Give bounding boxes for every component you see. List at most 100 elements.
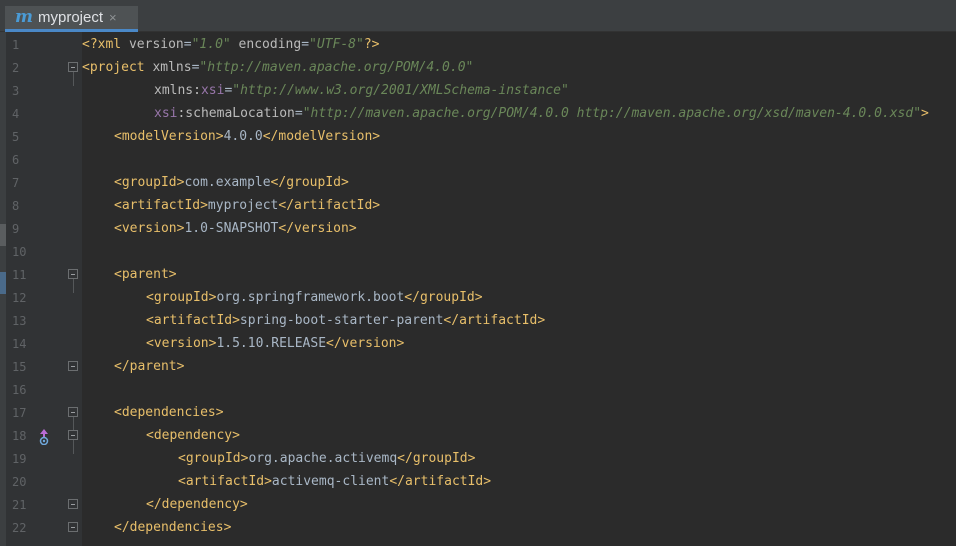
maven-dependency-icon[interactable] [38,429,50,445]
code-token-tag: <dependencies> [114,405,224,420]
line-number: 22 [12,521,27,535]
code-token-attr: xmlns [152,60,192,75]
code-line[interactable]: 21 </dependency> [0,494,956,517]
code-line[interactable]: 13 <artifactId>spring-boot-starter-parent… [0,310,956,333]
code-text: <artifactId>spring-boot-starter-parent</… [146,313,545,328]
code-token-attr: encoding [230,37,302,52]
line-number: 17 [12,406,27,420]
code-token-tag: </version> [326,336,405,351]
code-text: xmlns:xsi="http://www.w3.org/2001/XMLSch… [154,83,569,98]
line-number: 5 [12,130,20,144]
fold-collapse-icon[interactable] [68,269,78,293]
line-number: 10 [12,245,27,259]
code-token-txt: com.example [184,175,271,190]
code-token-tag: > [921,106,929,121]
fold-end-icon[interactable] [68,361,78,371]
code-text: <dependency> [146,428,240,443]
code-token-ns: xsi [154,106,178,121]
code-token-tag: </version> [278,221,357,236]
fold-collapse-icon[interactable] [68,430,78,454]
code-token-tag: <groupId> [178,451,249,466]
code-text: <artifactId>activemq-client</artifactId> [178,474,491,489]
code-text: <?xml version="1.0" encoding="UTF-8"?> [82,37,379,52]
code-line[interactable]: 19 <groupId>org.apache.activemq</groupId> [0,448,956,471]
code-line[interactable]: 7 <groupId>com.example</groupId> [0,172,956,195]
code-token-tag: <version> [146,336,217,351]
code-line[interactable]: 12 <groupId>org.springframework.boot</gro… [0,287,956,310]
code-line[interactable]: 22 </dependencies> [0,517,956,540]
code-line[interactable]: 11 <parent> [0,264,956,293]
editor-tab-bar: m myproject × [0,0,956,32]
code-token-tag: </modelVersion> [262,129,381,144]
fold-end-icon[interactable] [68,522,78,532]
line-number: 14 [12,337,27,351]
line-number: 21 [12,498,27,512]
code-token-str: "http://maven.apache.org/POM/4.0.0 http:… [302,106,922,121]
code-token-tag: <artifactId> [114,198,208,213]
line-number: 1 [12,38,20,52]
code-line[interactable]: 10 [0,241,956,264]
code-token-tag: <dependency> [146,428,240,443]
code-line[interactable]: 2 <project xmlns="http://maven.apache.org… [0,57,956,86]
code-line[interactable]: 1 <?xml version="1.0" encoding="UTF-8"?> [0,34,956,57]
code-token-tag: <modelVersion> [114,129,224,144]
code-line[interactable]: 15 </parent> [0,356,956,379]
code-text: <modelVersion>4.0.0</modelVersion> [114,129,380,144]
fold-end-icon[interactable] [68,499,78,509]
code-token-tag: <artifactId> [178,474,272,489]
code-token-tag: <?xml [82,37,129,52]
code-line[interactable]: 17 <dependencies> [0,402,956,431]
code-token-tag: </groupId> [397,451,476,466]
code-text: <project xmlns="http://maven.apache.org/… [82,60,473,75]
code-token-txt: org.springframework.boot [216,290,405,305]
line-number: 2 [12,61,20,75]
line-number: 4 [12,107,20,121]
code-token-tag: ?> [363,37,380,52]
line-number: 20 [12,475,27,489]
code-token-txt: 1.0-SNAPSHOT [184,221,279,236]
line-number: 3 [12,84,20,98]
line-number: 6 [12,153,20,167]
code-token-txt: activemq-client [271,474,390,489]
code-editor[interactable]: 1 <?xml version="1.0" encoding="UTF-8"?> 2… [0,32,956,546]
code-token-tag: </artifactId> [278,198,381,213]
code-line[interactable]: 16 [0,379,956,402]
code-text: <groupId>com.example</groupId> [114,175,349,190]
line-number: 11 [12,268,27,282]
tab-myproject[interactable]: m myproject × [5,6,138,32]
code-token-txt: = [183,37,192,52]
fold-collapse-icon[interactable] [68,62,78,86]
code-line[interactable]: 3 xmlns:xsi="http://www.w3.org/2001/XMLSc… [0,80,956,103]
code-token-tag: </dependencies> [114,520,232,535]
tab-title: myproject [38,9,104,26]
code-token-tag: <groupId> [146,290,217,305]
code-token-txt: 1.5.10.RELEASE [216,336,327,351]
code-line[interactable]: 6 [0,149,956,172]
code-line[interactable]: 4 xsi:schemaLocation="http://maven.apache… [0,103,956,126]
code-line[interactable]: 5 <modelVersion>4.0.0</modelVersion> [0,126,956,149]
line-number: 7 [12,176,20,190]
code-line[interactable]: 14 <version>1.5.10.RELEASE</version> [0,333,956,356]
code-token-attr: :schemaLocation [177,106,295,121]
code-line[interactable]: 20 <artifactId>activemq-client</artifactI… [0,471,956,494]
code-line[interactable]: 18 <dependency> [0,425,956,454]
code-token-tag: <groupId> [114,175,185,190]
code-token-txt: = [301,37,310,52]
code-token-tag: </groupId> [270,175,349,190]
maven-icon: m [15,7,33,27]
code-text: </dependency> [146,497,248,512]
code-line[interactable]: 8 <artifactId>myproject</artifactId> [0,195,956,218]
code-token-txt: spring-boot-starter-parent [239,313,444,328]
line-number: 12 [12,291,27,305]
code-text: <artifactId>myproject</artifactId> [114,198,380,213]
code-text: </parent> [114,359,184,374]
code-line[interactable]: 9 <version>1.0-SNAPSHOT</version> [0,218,956,241]
code-token-tag: </parent> [114,359,185,374]
close-icon[interactable]: × [109,10,117,25]
code-token-str: "http://maven.apache.org/POM/4.0.0" [199,60,474,75]
line-number: 16 [12,383,27,397]
fold-collapse-icon[interactable] [68,407,78,431]
code-token-tag: <parent> [114,267,177,282]
line-number: 13 [12,314,27,328]
code-token-tag: </artifactId> [443,313,546,328]
